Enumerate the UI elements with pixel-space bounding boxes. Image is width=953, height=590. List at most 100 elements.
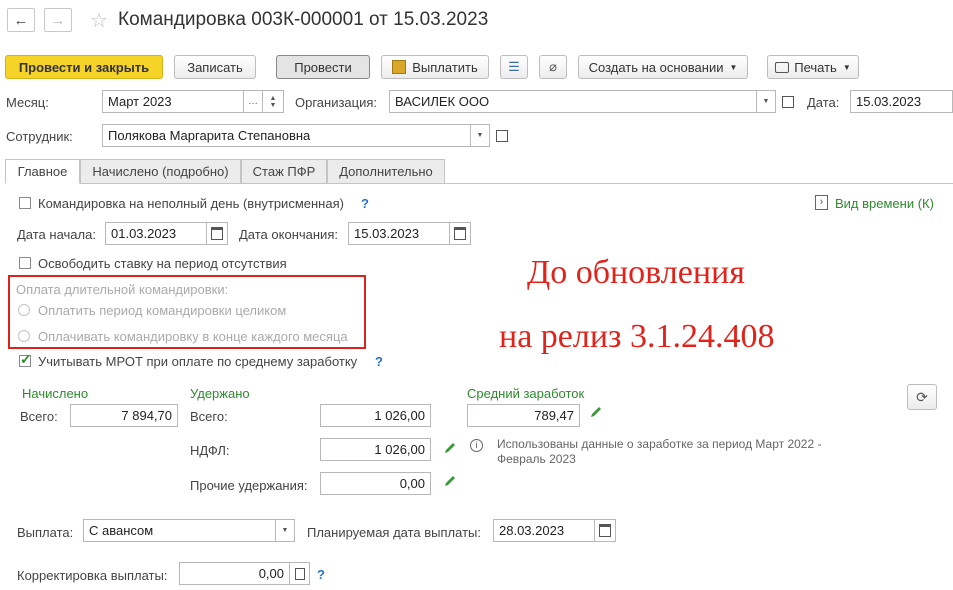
report-button[interactable]: ☰ <box>500 55 528 79</box>
open-employee-icon[interactable] <box>496 130 508 142</box>
withheld-total-field[interactable]: 1 026,00 <box>320 404 431 427</box>
create-based-label: Создать на основании <box>588 59 724 75</box>
back-button[interactable]: ← <box>7 8 35 32</box>
pencil-icon[interactable] <box>589 405 603 419</box>
post-button[interactable]: Провести <box>276 55 370 79</box>
chevron-down-icon: ▼ <box>729 62 738 72</box>
updown-icon: ▲ ▼ <box>269 94 277 109</box>
tab-accrued-detail[interactable]: Начислено (подробно) <box>80 159 241 184</box>
month-updown-button[interactable]: ▲ ▼ <box>262 90 284 113</box>
calendar-button[interactable] <box>594 519 616 542</box>
refresh-button[interactable]: ⟳ <box>907 384 937 410</box>
chevron-down-icon: ▼ <box>476 132 484 139</box>
withheld-title: Удержано <box>190 386 250 401</box>
create-based-button[interactable]: Создать на основании ▼ <box>578 55 748 79</box>
end-date-label: Дата окончания: <box>239 227 338 242</box>
payout-field[interactable]: С авансом <box>83 519 276 542</box>
start-date-label: Дата начала: <box>17 227 96 242</box>
list-icon: ☰ <box>508 59 520 74</box>
employee-dropdown-button[interactable]: ▼ <box>470 124 490 147</box>
month-dots-button[interactable]: … <box>243 90 263 113</box>
refresh-icon: ⟳ <box>916 388 928 405</box>
org-dropdown-button[interactable]: ▼ <box>756 90 776 113</box>
org-label: Организация: <box>295 95 378 110</box>
time-type-link[interactable]: Вид времени (К) <box>835 196 934 211</box>
info-icon: i <box>470 439 483 452</box>
calendar-icon <box>211 227 223 240</box>
chevron-down-icon: ▼ <box>762 98 770 105</box>
calendar-button[interactable] <box>449 222 471 245</box>
mrot-checkbox[interactable]: ✓ <box>19 351 32 367</box>
start-date-field[interactable]: 01.03.2023 <box>105 222 207 245</box>
chevron-down-icon: ▼ <box>842 62 851 72</box>
payout-label: Выплата: <box>17 525 74 540</box>
long-trip-option-whole: Оплатить период командировки целиком <box>38 303 287 318</box>
long-trip-radio-whole[interactable] <box>18 304 30 316</box>
month-label: Месяц: <box>6 95 49 110</box>
pencil-icon[interactable] <box>443 441 457 455</box>
accrued-total-field[interactable]: 7 894,70 <box>70 404 178 427</box>
open-org-icon[interactable] <box>782 96 794 108</box>
long-trip-title: Оплата длительной командировки: <box>16 282 229 297</box>
arrow-left-icon: ← <box>13 11 29 29</box>
post-and-close-button[interactable]: Провести и закрыть <box>5 55 163 79</box>
date-field[interactable]: 15.03.2023 <box>850 90 953 113</box>
calculator-button[interactable] <box>289 562 310 585</box>
chevron-down-icon: ▼ <box>281 527 289 534</box>
ndfl-label: НДФЛ: <box>190 443 230 458</box>
forward-button[interactable]: → <box>44 8 72 32</box>
withheld-total-label: Всего: <box>190 409 228 424</box>
printer-icon <box>775 61 790 73</box>
info-text: Использованы данные о заработке за перио… <box>497 437 822 466</box>
avg-earnings-title: Средний заработок <box>467 386 585 401</box>
correction-field[interactable]: 0,00 <box>179 562 290 585</box>
pay-button[interactable]: Выплатить <box>381 55 489 79</box>
overlay-line2: на релиз 3.1.24.408 <box>499 318 775 355</box>
tab-additional[interactable]: Дополнительно <box>327 159 445 184</box>
print-button[interactable]: Печать ▼ <box>767 55 859 79</box>
calendar-button[interactable] <box>206 222 228 245</box>
employee-label: Сотрудник: <box>6 129 73 144</box>
tab-main[interactable]: Главное <box>5 159 80 184</box>
paperclip-icon: ⌀ <box>549 59 557 74</box>
calendar-icon <box>599 524 611 537</box>
help-icon[interactable]: ? <box>375 354 383 369</box>
star-icon[interactable]: ☆ <box>90 8 108 33</box>
partial-day-checkbox[interactable] <box>19 197 31 209</box>
pay-label: Выплатить <box>412 59 478 75</box>
other-withholdings-field[interactable]: 0,00 <box>320 472 431 495</box>
date-label: Дата: <box>807 95 840 110</box>
correction-label: Корректировка выплаты: <box>17 568 168 583</box>
payout-dropdown-button[interactable]: ▼ <box>275 519 295 542</box>
org-field[interactable]: ВАСИЛЕК ООО <box>389 90 757 113</box>
mrot-label: Учитывать МРОТ при оплате по среднему за… <box>38 354 358 369</box>
accrued-total-label: Всего: <box>20 409 58 424</box>
plan-date-field[interactable]: 28.03.2023 <box>493 519 595 542</box>
free-rate-label: Освободить ставку на период отсутствия <box>38 256 287 271</box>
long-trip-option-monthly: Оплачивать командировку в конце каждого … <box>38 329 348 344</box>
pencil-icon[interactable] <box>443 474 457 488</box>
avg-earnings-field[interactable]: 789,47 <box>467 404 580 427</box>
calendar-icon <box>454 227 466 240</box>
arrow-right-icon: → <box>50 11 66 29</box>
partial-day-label: Командировка на неполный день (внутрисме… <box>38 196 344 211</box>
attach-button[interactable]: ⌀ <box>539 55 567 79</box>
other-withholdings-label: Прочие удержания: <box>190 478 308 493</box>
plan-date-label: Планируемая дата выплаты: <box>307 525 481 540</box>
window-title: Командировка 003К-000001 от 15.03.2023 <box>118 9 489 30</box>
help-icon[interactable]: ? <box>317 567 325 582</box>
month-field[interactable]: Март 2023 <box>102 90 244 113</box>
help-icon[interactable]: ? <box>361 196 369 211</box>
save-button[interactable]: Записать <box>174 55 256 79</box>
end-date-field[interactable]: 15.03.2023 <box>348 222 450 245</box>
employee-field[interactable]: Полякова Маргарита Степановна <box>102 124 471 147</box>
tab-pfr-experience[interactable]: Стаж ПФР <box>241 159 327 184</box>
ndfl-field[interactable]: 1 026,00 <box>320 438 431 461</box>
long-trip-radio-monthly[interactable] <box>18 330 30 342</box>
pay-icon <box>392 60 407 74</box>
accrued-title: Начислено <box>22 386 89 401</box>
print-label: Печать <box>794 59 837 75</box>
free-rate-checkbox[interactable] <box>19 257 31 269</box>
calculator-icon <box>294 567 305 580</box>
chevron-right-icon[interactable]: › <box>815 195 828 210</box>
